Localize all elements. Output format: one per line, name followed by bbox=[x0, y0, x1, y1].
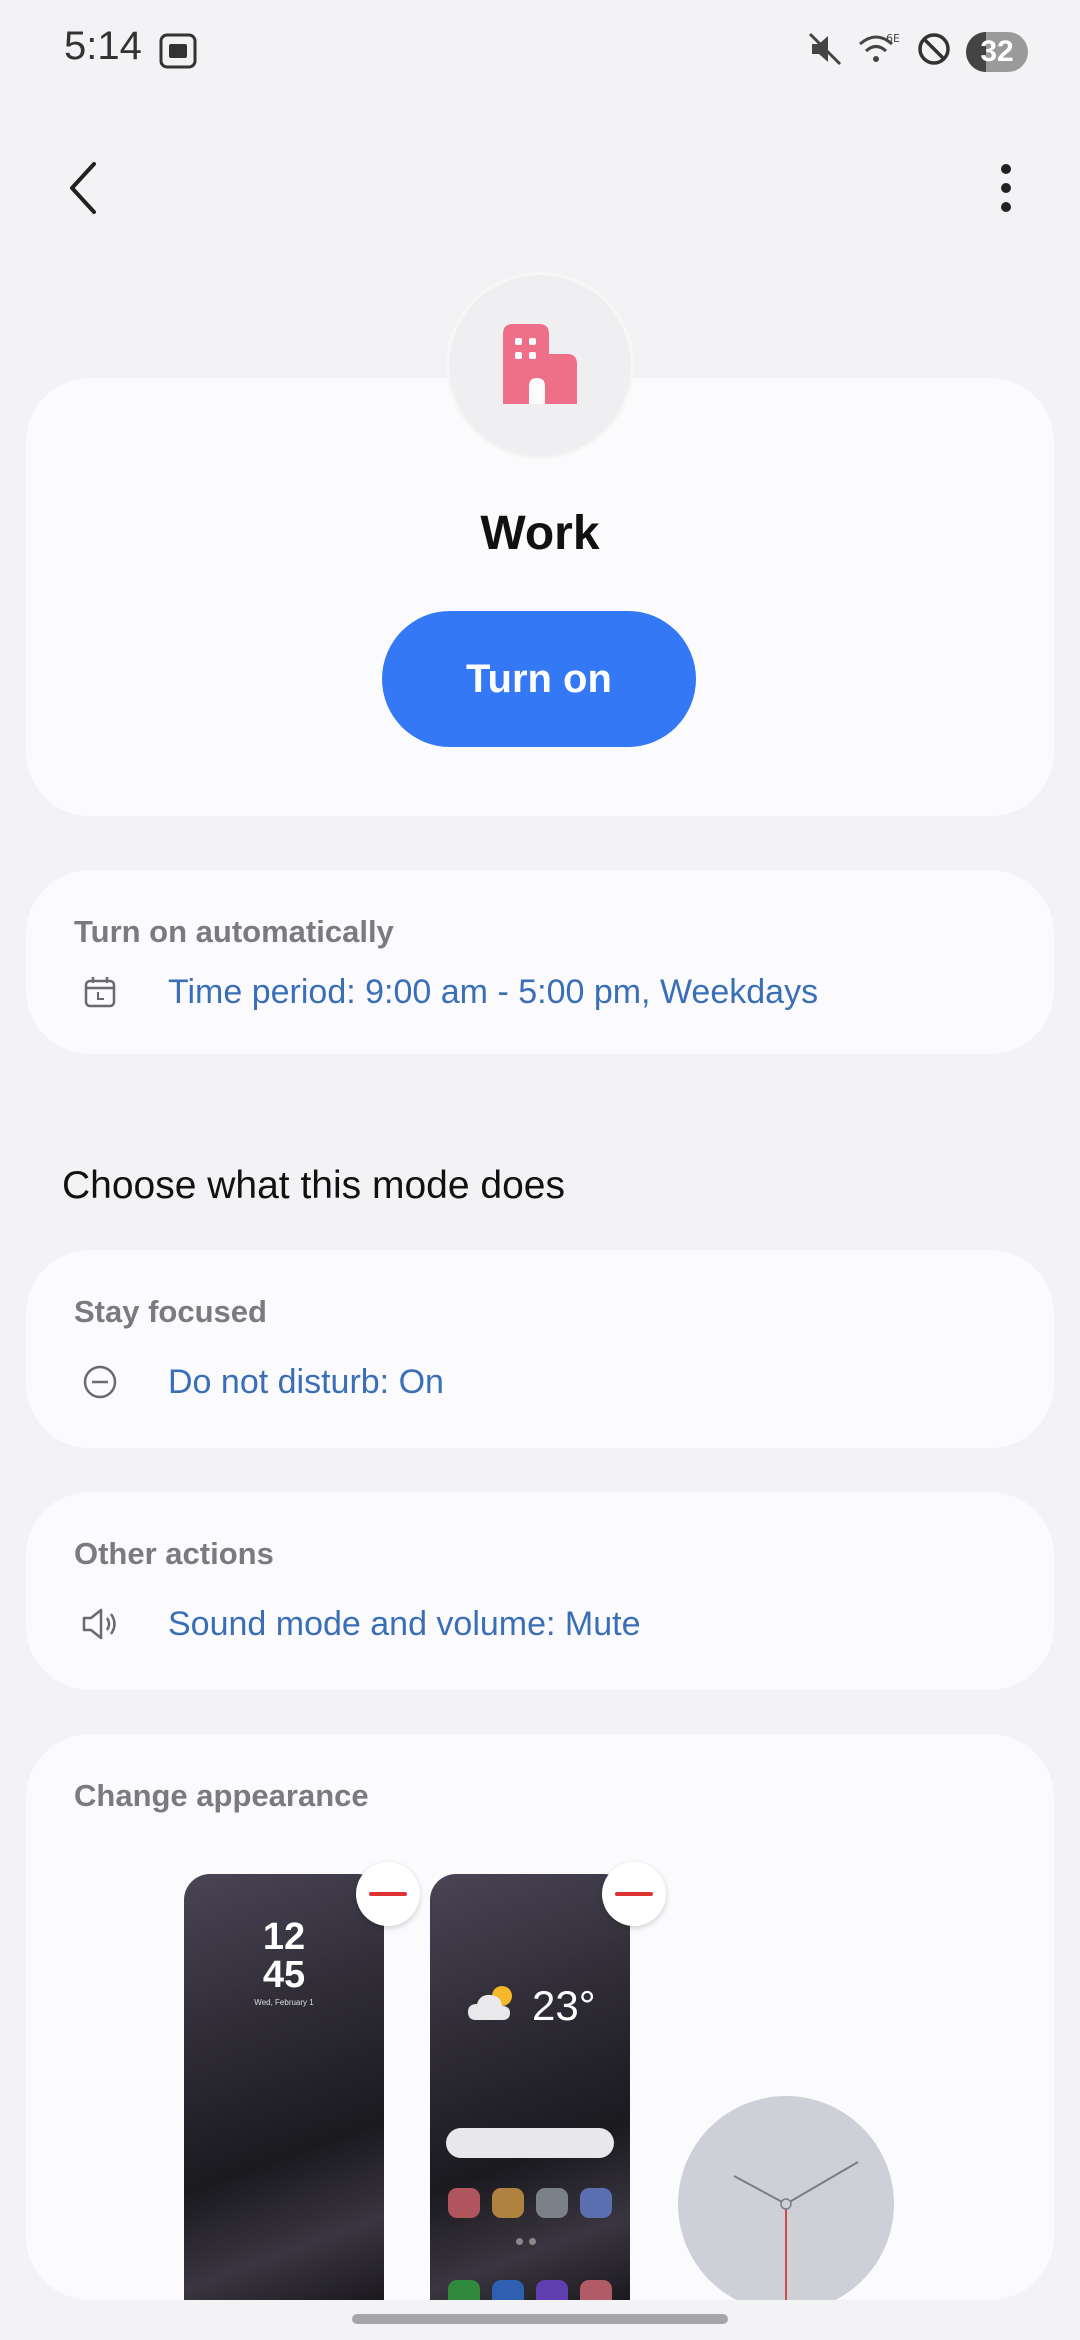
battery-level: 32 bbox=[980, 34, 1014, 68]
stay-focused-card: Stay focused Do not disturb: On bbox=[26, 1250, 1054, 1448]
partly-cloudy-icon bbox=[466, 1984, 522, 2029]
more-vertical-icon bbox=[999, 163, 1013, 218]
watch-face-preview[interactable] bbox=[678, 2096, 894, 2300]
minus-circle-icon bbox=[74, 1356, 126, 1408]
app-icon bbox=[448, 2188, 480, 2218]
office-building-icon bbox=[499, 322, 581, 411]
do-not-disturb-icon bbox=[916, 31, 952, 72]
section-heading: Choose what this mode does bbox=[62, 1164, 565, 1207]
page-indicator bbox=[516, 2238, 536, 2245]
remove-icon bbox=[369, 1892, 407, 1896]
clock-hands-icon bbox=[733, 2161, 859, 2300]
lock-screen-date: Wed, February 1 bbox=[254, 1998, 314, 2007]
status-icons: 6E 32 bbox=[806, 30, 1028, 73]
screen-record-icon bbox=[158, 32, 198, 70]
status-time: 5:14 bbox=[64, 24, 142, 68]
app-icon bbox=[536, 2280, 568, 2300]
more-options-button[interactable] bbox=[976, 150, 1036, 230]
other-actions-label: Other actions bbox=[74, 1536, 274, 1571]
status-bar: 5:14 6E 32 bbox=[0, 0, 1080, 100]
calendar-icon bbox=[74, 966, 126, 1018]
lock-hour: 12 bbox=[262, 1916, 306, 1958]
lock-screen-preview[interactable]: 12 45 Wed, February 1 bbox=[184, 1874, 384, 2300]
home-screen-preview[interactable]: 23° bbox=[430, 1874, 630, 2300]
other-actions-card: Other actions Sound mode and volume: Mut… bbox=[26, 1492, 1054, 1690]
mute-icon bbox=[806, 30, 844, 73]
back-button[interactable] bbox=[64, 150, 124, 230]
search-bar-preview bbox=[446, 2128, 614, 2158]
weather-temperature: 23° bbox=[532, 1982, 596, 2029]
app-icon bbox=[492, 2188, 524, 2218]
time-period-text: Time period: 9:00 am - 5:00 pm, Weekdays bbox=[168, 972, 819, 1011]
gesture-navigation-handle[interactable] bbox=[352, 2314, 728, 2324]
sound-mode-text: Sound mode and volume: Mute bbox=[168, 1604, 641, 1643]
lock-screen-clock: 12 45 bbox=[184, 1918, 384, 1994]
stay-focused-label: Stay focused bbox=[74, 1294, 267, 1329]
change-appearance-label: Change appearance bbox=[74, 1778, 369, 1813]
remove-lock-screen-button[interactable] bbox=[356, 1862, 420, 1926]
change-appearance-card: Change appearance 12 45 Wed, February 1 … bbox=[26, 1734, 1054, 2300]
lock-minute: 45 bbox=[262, 1954, 306, 1996]
turn-on-button[interactable]: Turn on bbox=[382, 611, 696, 747]
app-icon bbox=[448, 2280, 480, 2300]
app-icon bbox=[580, 2280, 612, 2300]
weather-widget: 23° bbox=[466, 1982, 596, 2030]
time-period-row[interactable]: Time period: 9:00 am - 5:00 pm, Weekdays bbox=[74, 966, 818, 1018]
sound-mode-row[interactable]: Sound mode and volume: Mute bbox=[74, 1598, 641, 1650]
mode-icon-container[interactable] bbox=[446, 272, 634, 460]
app-icon bbox=[536, 2188, 568, 2218]
chevron-left-icon bbox=[64, 158, 104, 223]
app-icon bbox=[580, 2188, 612, 2218]
wifi-6e-icon: 6E bbox=[858, 30, 902, 73]
battery-icon: 32 bbox=[966, 31, 1028, 72]
do-not-disturb-text: Do not disturb: On bbox=[168, 1362, 444, 1401]
mode-title: Work bbox=[480, 507, 600, 560]
app-icon bbox=[492, 2280, 524, 2300]
remove-home-screen-button[interactable] bbox=[602, 1862, 666, 1926]
svg-text:6E: 6E bbox=[886, 32, 900, 45]
remove-icon bbox=[615, 1892, 653, 1896]
auto-section-label: Turn on automatically bbox=[74, 914, 394, 949]
speaker-icon bbox=[74, 1598, 126, 1650]
auto-schedule-card: Turn on automatically Time period: 9:00 … bbox=[26, 870, 1054, 1054]
do-not-disturb-row[interactable]: Do not disturb: On bbox=[74, 1356, 444, 1408]
